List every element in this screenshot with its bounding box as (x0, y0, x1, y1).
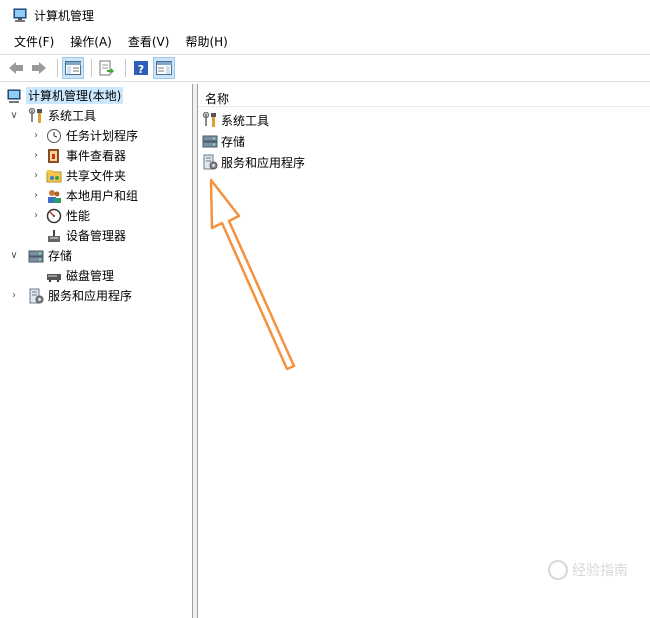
watermark: 经验指南 (548, 560, 628, 580)
tree-item-label: 服务和应用程序 (48, 289, 133, 303)
tree-item-label: 任务计划程序 (66, 129, 139, 143)
tree-item-label: 性能 (66, 209, 91, 223)
forward-arrow-icon (32, 62, 46, 74)
chevron-right-icon[interactable]: › (30, 210, 42, 222)
menu-file[interactable]: 文件(F) (6, 32, 62, 52)
tree-item-label: 存储 (48, 249, 73, 263)
tree-item-event-viewer[interactable]: › 事件查看器 (30, 146, 126, 165)
list-item-label: 服务和应用程序 (221, 155, 306, 170)
list-item-label: 存储 (221, 134, 246, 149)
clock-icon (47, 128, 61, 143)
services-icon (203, 154, 218, 170)
column-header-divider (198, 106, 650, 107)
disk-icon (47, 273, 61, 282)
chevron-right-icon[interactable]: › (8, 290, 20, 302)
computer-management-icon (13, 8, 27, 22)
tree-item-storage[interactable]: ∨ 存储 (8, 246, 72, 265)
tree-item-root[interactable]: 计算机管理(本地) (6, 86, 124, 105)
help-icon: ? (134, 61, 148, 76)
watermark-logo-icon (548, 560, 568, 580)
shared-folder-icon (46, 169, 62, 182)
menu-help[interactable]: 帮助(H) (177, 32, 235, 52)
tools-icon (28, 107, 42, 123)
action-pane-icon (156, 61, 172, 75)
results-pane: 名称 系统工具 存储 服务和应用程序 (198, 84, 650, 618)
tree-item-shared-folders[interactable]: › 共享文件夹 (30, 166, 126, 185)
chevron-right-icon[interactable]: › (30, 130, 42, 142)
console-tree-icon (65, 61, 81, 75)
toolbar-separator (91, 59, 92, 77)
tree-item-label: 计算机管理(本地) (26, 87, 124, 104)
title-bar: 计算机管理 (0, 0, 650, 30)
column-header-name[interactable]: 名称 (205, 90, 229, 107)
back-button[interactable] (6, 58, 26, 78)
tree-item-label: 磁盘管理 (66, 269, 115, 283)
tools-icon (202, 112, 216, 127)
chevron-right-icon[interactable]: › (30, 170, 42, 182)
menu-action[interactable]: 操作(A) (62, 32, 120, 52)
svg-text:?: ? (138, 63, 144, 76)
toolbar: ? (0, 54, 650, 82)
storage-icon (202, 135, 218, 148)
chevron-right-icon[interactable]: › (30, 150, 42, 162)
toolbar-separator (125, 59, 126, 77)
tree-item-label: 共享文件夹 (66, 169, 127, 183)
tree-item-label: 事件查看器 (66, 149, 127, 163)
forward-button[interactable] (29, 58, 49, 78)
users-group-icon (48, 189, 61, 203)
tree-item-label: 系统工具 (48, 109, 97, 123)
tree-item-label: 设备管理器 (66, 229, 127, 243)
window-title: 计算机管理 (34, 8, 95, 23)
toolbar-separator (57, 59, 58, 77)
list-item-services-apps[interactable]: 服务和应用程序 (202, 153, 305, 171)
watermark-text: 经验指南 (572, 563, 628, 579)
menu-view[interactable]: 查看(V) (120, 32, 178, 52)
list-item-label: 系统工具 (221, 113, 270, 128)
chevron-down-icon[interactable]: ∨ (8, 110, 20, 122)
list-item-storage[interactable]: 存储 (202, 132, 245, 150)
tree-item-disk-management[interactable]: 磁盘管理 (46, 266, 114, 285)
tree-item-system-tools[interactable]: ∨ 系统工具 (8, 106, 96, 125)
computer-management-icon (7, 89, 21, 103)
services-icon (29, 288, 44, 303)
tree-item-device-manager[interactable]: 设备管理器 (46, 226, 126, 245)
chevron-right-icon[interactable]: › (30, 190, 42, 202)
console-tree: 计算机管理(本地) ∨ 系统工具 › 任务计划程序 › 事件查看器 › 共享文件… (2, 84, 193, 618)
tree-item-label: 本地用户和组 (66, 189, 139, 203)
chevron-down-icon[interactable]: ∨ (8, 250, 20, 262)
tree-item-performance[interactable]: › 性能 (30, 206, 90, 225)
storage-icon (28, 250, 44, 262)
export-icon (99, 60, 114, 76)
tree-item-services-apps[interactable]: › 服务和应用程序 (8, 286, 132, 305)
list-item-system-tools[interactable]: 系统工具 (202, 111, 269, 129)
performance-icon (46, 208, 62, 223)
event-log-icon (48, 148, 59, 163)
menu-bar: 文件(F) 操作(A) 查看(V) 帮助(H) (0, 32, 650, 52)
show-hide-action-pane-button[interactable] (153, 57, 175, 79)
device-manager-icon (48, 229, 60, 242)
show-hide-console-tree-button[interactable] (62, 57, 84, 79)
tree-item-task-scheduler[interactable]: › 任务计划程序 (30, 126, 138, 145)
export-list-button[interactable] (97, 58, 117, 78)
back-arrow-icon (9, 62, 23, 74)
tree-item-local-users[interactable]: › 本地用户和组 (30, 186, 138, 205)
help-button[interactable]: ? (131, 58, 151, 78)
